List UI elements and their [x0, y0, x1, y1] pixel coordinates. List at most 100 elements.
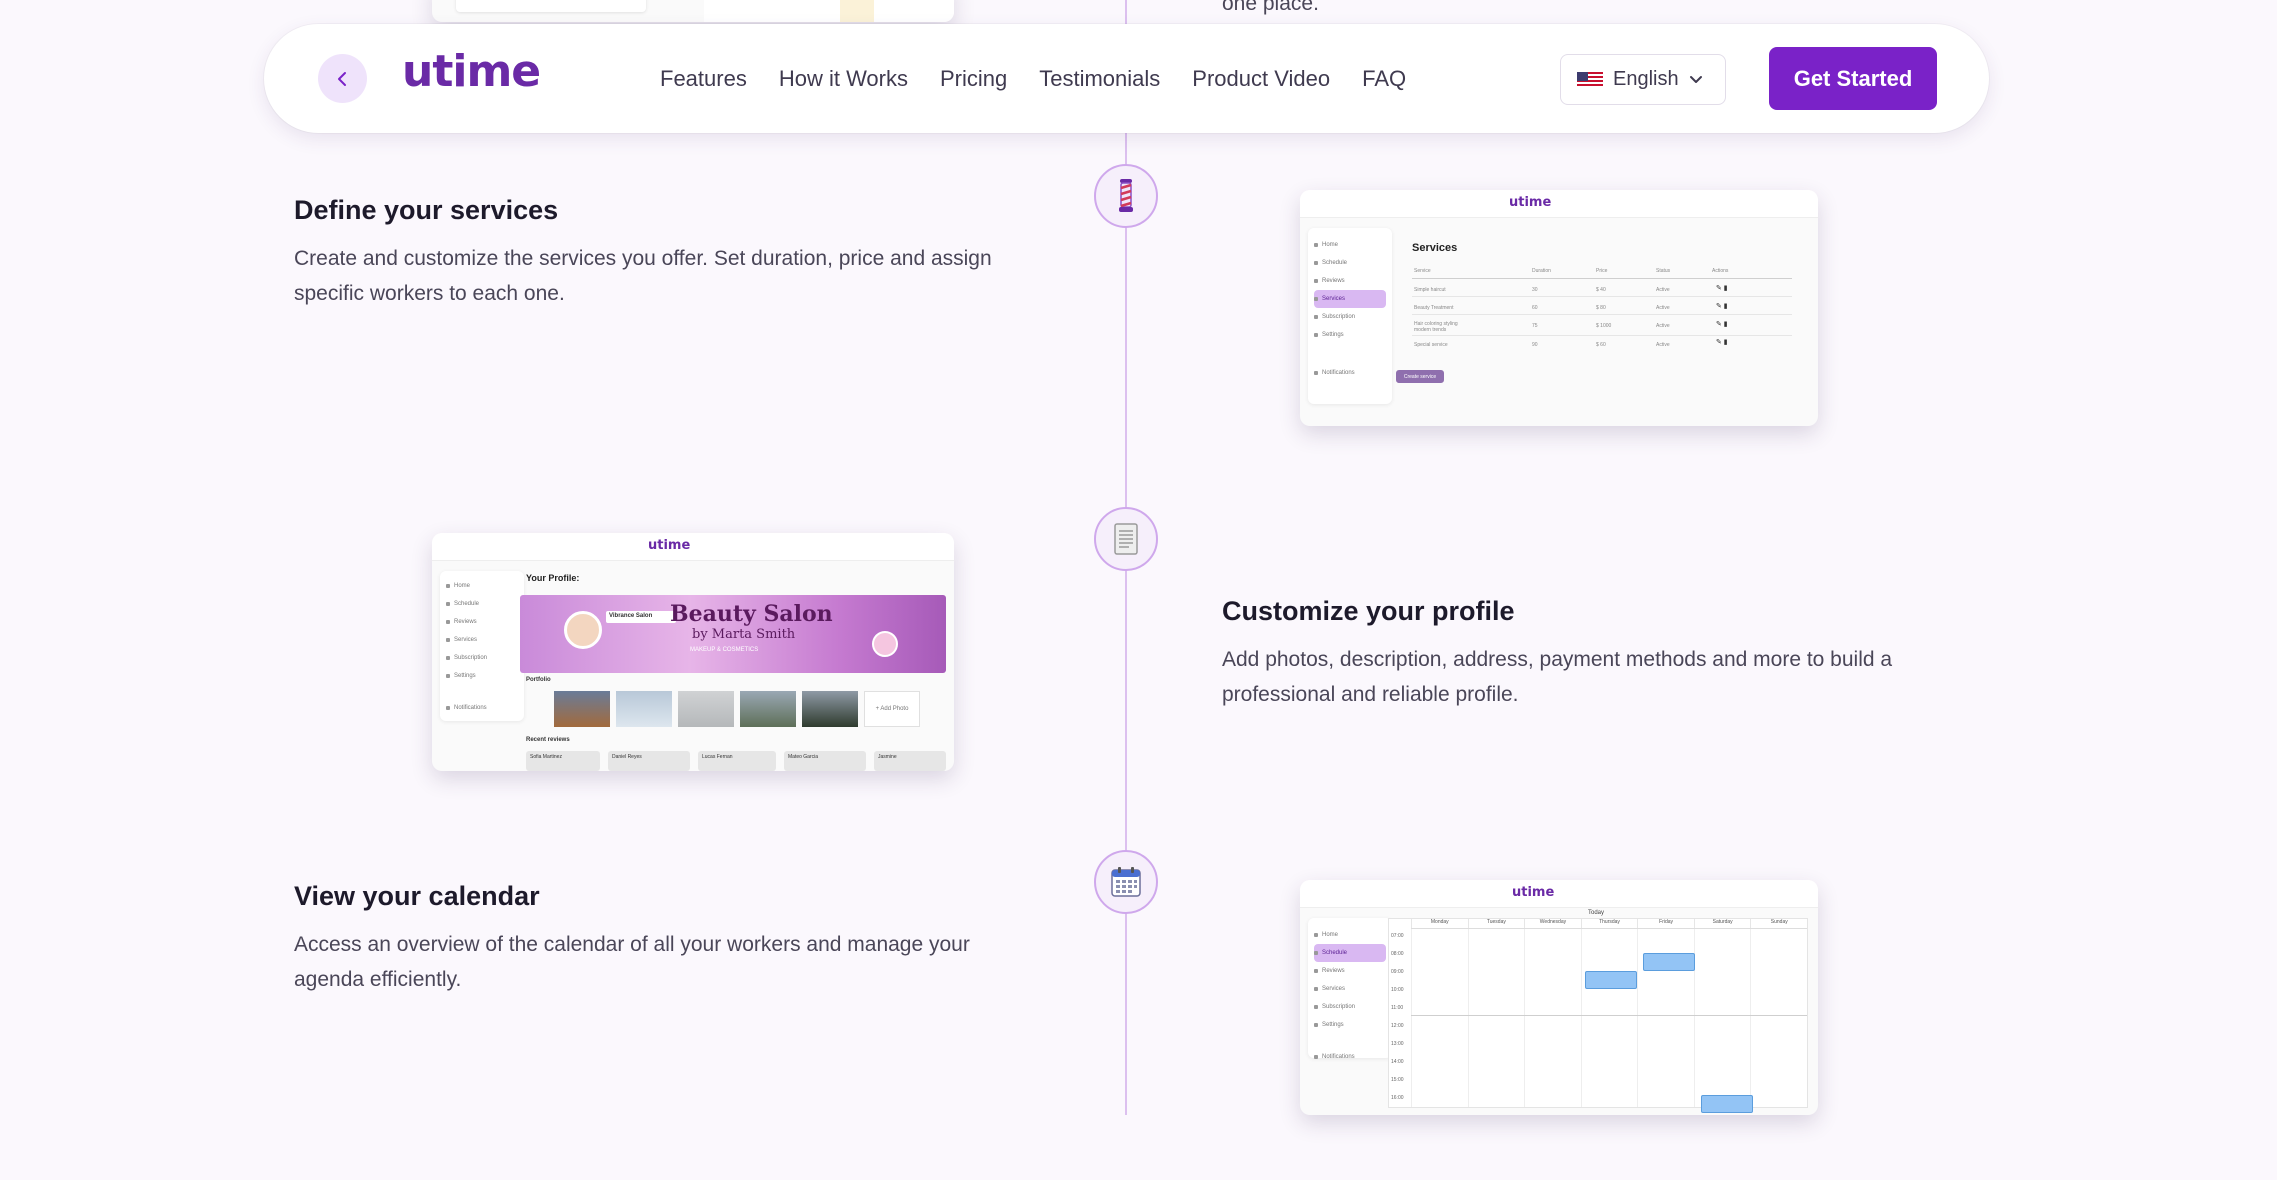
page: one place. Define your services Create a… [0, 0, 2277, 1180]
service-price: $ 40 [1596, 287, 1606, 293]
service-name: Special service [1414, 342, 1448, 348]
nav-link-faq[interactable]: FAQ [1362, 66, 1406, 92]
portfolio-photo [740, 691, 796, 727]
services-shot-sidebar: Home Schedule Reviews Services Subscript… [1308, 228, 1392, 404]
day-header: Saturday [1693, 919, 1751, 928]
calendar-shot-topbar: utime [1300, 880, 1818, 908]
review-card: Mateo Garcia [784, 751, 866, 771]
banner-tag: MAKEUP & COSMETICS [690, 647, 759, 653]
hour-label: 14:00 [1391, 1059, 1404, 1065]
shot-sidebar-item: Subscription [446, 649, 518, 667]
shot-sidebar-item: Reviews [1314, 962, 1386, 980]
nav-link-pricing[interactable]: Pricing [940, 66, 1007, 92]
profile-shot-sidebar: Home Schedule Reviews Services Subscript… [440, 571, 524, 721]
service-name: Simple haircut [1414, 287, 1446, 293]
create-service-button: Create service [1396, 370, 1444, 383]
service-price: $ 1000 [1596, 323, 1612, 329]
portfolio-gallery: + Add Photo [554, 691, 920, 727]
nav-link-product-video[interactable]: Product Video [1192, 66, 1330, 92]
profile-shot-topbar: utime [432, 533, 954, 561]
service-duration: 90 [1532, 342, 1538, 348]
calendar-event [1643, 953, 1695, 971]
profile-name-badge: Vibrance Salon [606, 611, 676, 623]
portfolio-photo [678, 691, 734, 727]
day-header: Monday [1411, 919, 1468, 928]
reviews-label: Recent reviews [526, 737, 570, 743]
shot-sidebar-item: Subscription [1314, 998, 1386, 1016]
col-header: Service [1414, 268, 1431, 274]
day-header: Sunday [1750, 919, 1807, 928]
day-header: Tuesday [1467, 919, 1525, 928]
timeline-node-services [1094, 164, 1158, 228]
profile-screenshot: utime Home Schedule Reviews Services Sub… [432, 533, 954, 771]
get-started-button[interactable]: Get Started [1769, 47, 1937, 110]
service-name: Beauty Treatment [1414, 305, 1454, 311]
nav-links: Features How it Works Pricing Testimonia… [660, 24, 1406, 133]
review-card: Sofia Martinez [526, 751, 600, 771]
shot-sidebar-item: Schedule [446, 595, 518, 613]
shot-sidebar-item: Settings [446, 667, 518, 685]
col-header: Actions [1712, 268, 1729, 274]
review-card: Lucas Fernan [698, 751, 776, 771]
section-desc-calendar: Access an overview of the calendar of al… [294, 933, 970, 991]
shot-sidebar-item-active: Services [1314, 290, 1386, 308]
language-selector[interactable]: English [1560, 54, 1726, 105]
col-header: Price [1596, 268, 1608, 274]
calendar-day-headers: Monday Tuesday Wednesday Thursday Friday… [1411, 919, 1807, 929]
previous-section-text: one place. [1222, 0, 1319, 15]
service-price: $ 60 [1596, 342, 1606, 348]
calendar-today-label: Today [1588, 910, 1605, 916]
document-icon [1114, 523, 1138, 555]
shot-sidebar-item-active: Schedule [1314, 944, 1386, 962]
nav-link-features[interactable]: Features [660, 66, 747, 92]
day-header: Thursday [1580, 919, 1638, 928]
portfolio-photo [616, 691, 672, 727]
section-title-services: Define your services [294, 195, 559, 225]
shot-sidebar-item: Schedule [1314, 254, 1386, 272]
profile-shot-logo: utime [648, 538, 691, 553]
hour-label: 12:00 [1391, 1023, 1404, 1029]
barber-pole-icon [1119, 179, 1133, 212]
language-label: English [1613, 68, 1679, 90]
services-screenshot: utime Home Schedule Reviews Services Sub… [1300, 190, 1818, 426]
shot-sidebar-item: Reviews [1314, 272, 1386, 290]
section-title-calendar: View your calendar [294, 881, 540, 911]
calendar-grid: Monday Tuesday Wednesday Thursday Friday… [1388, 918, 1808, 1113]
hour-labels: 07:00 08:00 09:00 10:00 11:00 12:00 13:0… [1391, 933, 1409, 1103]
service-status: Active [1656, 305, 1670, 311]
service-price: $ 80 [1596, 305, 1606, 311]
calendar-shot-logo: utime [1512, 885, 1555, 900]
service-status: Active [1656, 287, 1670, 293]
row-actions: ✎ ▮ ✎ ▮ ✎ ▮ ✎ ▮ [1716, 285, 1728, 346]
day-columns [1411, 929, 1807, 1107]
service-name: Hair coloring styling modern trends [1414, 321, 1458, 333]
col-header: Duration [1532, 268, 1551, 274]
utime-logo[interactable]: utime [402, 46, 541, 97]
service-duration: 75 [1532, 323, 1538, 329]
shot-sidebar-item: Settings [1314, 1016, 1386, 1034]
chevron-down-icon [1689, 75, 1702, 83]
shot-sidebar-item: Subscription [1314, 308, 1386, 326]
shot-sidebar-item: Home [1314, 236, 1386, 254]
shot-sidebar-item: Notifications [1314, 364, 1386, 382]
profile-shot-heading: Your Profile: [526, 573, 580, 583]
nav-link-testimonials[interactable]: Testimonials [1039, 66, 1160, 92]
shot-sidebar-item: Services [446, 631, 518, 649]
calendar-screenshot: utime Home Schedule Reviews Services Sub… [1300, 880, 1818, 1115]
hour-label: 11:00 [1391, 1005, 1404, 1011]
section-desc-profile: Add photos, description, address, paymen… [1222, 648, 1893, 706]
chevron-left-icon [337, 71, 346, 86]
col-header: Status [1656, 268, 1671, 274]
nav-link-how-it-works[interactable]: How it Works [779, 66, 908, 92]
shot-sidebar-item: Notifications [446, 699, 518, 717]
add-photo-tile: + Add Photo [864, 691, 920, 727]
banner-subtitle: by Marta Smith [692, 627, 796, 642]
back-button[interactable] [318, 54, 367, 103]
section-title-profile: Customize your profile [1222, 596, 1515, 626]
hour-label: 07:00 [1391, 933, 1404, 939]
hour-label: 15:00 [1391, 1077, 1404, 1083]
service-status: Active [1656, 342, 1670, 348]
shot-sidebar-item: Home [1314, 926, 1386, 944]
services-shot-heading: Services [1412, 242, 1458, 254]
banner-title: Beauty Salon [670, 601, 833, 627]
